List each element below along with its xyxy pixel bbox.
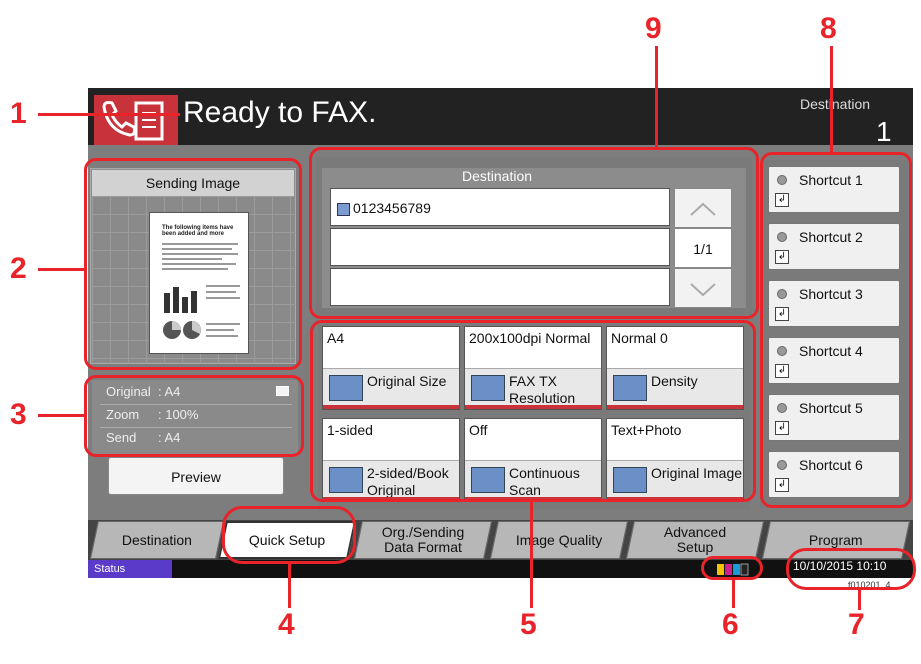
- callout-number-4: 4: [278, 608, 295, 641]
- callout-ring-8: [760, 152, 912, 508]
- destination-count: 1: [876, 116, 892, 147]
- callout-ring-9: [309, 147, 759, 319]
- tab-image-quality[interactable]: Image Quality: [489, 521, 629, 559]
- leader-line-3: [38, 414, 86, 417]
- leader-line-2: [38, 268, 86, 271]
- tab-advanced-setup[interactable]: Advanced Setup: [625, 521, 765, 559]
- callout-ring-3: [84, 375, 304, 457]
- callout-ring-6: [701, 556, 763, 580]
- leader-line-1: [38, 113, 180, 116]
- callout-number-7: 7: [848, 608, 865, 641]
- destination-count-label: Destination: [800, 96, 871, 112]
- leader-line-4: [288, 562, 291, 608]
- callout-number-5: 5: [520, 608, 537, 641]
- callout-ring-4: [222, 506, 356, 564]
- page-title: Ready to FAX.: [183, 96, 377, 129]
- callout-ring-2: [84, 158, 302, 370]
- leader-line-5: [530, 500, 533, 608]
- status-button[interactable]: Status: [88, 560, 172, 578]
- preview-button[interactable]: Preview: [108, 457, 284, 495]
- callout-number-1: 1: [10, 97, 27, 130]
- tab-destination[interactable]: Destination: [89, 521, 225, 559]
- leader-line-6: [732, 580, 735, 608]
- callout-ring-5: [310, 320, 756, 502]
- callout-number-8: 8: [820, 12, 837, 45]
- fax-icon: [94, 95, 178, 145]
- callout-number-3: 3: [10, 398, 27, 431]
- callout-number-6: 6: [722, 608, 739, 641]
- callout-ring-7: [786, 548, 916, 590]
- callout-number-9: 9: [645, 12, 662, 45]
- tab-org-sending-data-format[interactable]: Org./Sending Data Format: [353, 521, 493, 559]
- leader-line-9: [655, 46, 658, 147]
- leader-line-7: [858, 588, 861, 610]
- callout-number-2: 2: [10, 252, 27, 285]
- leader-line-8: [830, 46, 833, 152]
